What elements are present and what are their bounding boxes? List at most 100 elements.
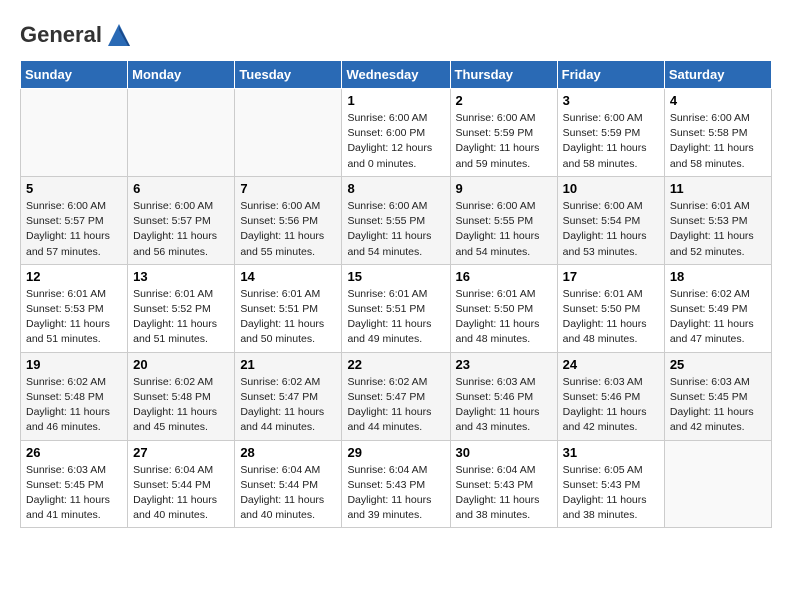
calendar-cell: 14Sunrise: 6:01 AMSunset: 5:51 PMDayligh… [235,264,342,352]
day-number: 16 [456,269,552,284]
day-number: 24 [563,357,659,372]
day-info-line: Sunset: 5:43 PM [456,478,552,493]
calendar-week-row: 19Sunrise: 6:02 AMSunset: 5:48 PMDayligh… [21,352,772,440]
day-info-line: and 54 minutes. [347,245,444,260]
day-number: 23 [456,357,552,372]
day-info-line: Sunrise: 6:03 AM [456,375,552,390]
day-info-line: and 45 minutes. [133,420,229,435]
weekday-header-cell: Friday [557,61,664,89]
weekday-header-cell: Saturday [664,61,771,89]
day-info-line: Daylight: 11 hours [347,317,444,332]
day-number: 11 [670,181,766,196]
day-info-line: and 42 minutes. [563,420,659,435]
day-number: 26 [26,445,122,460]
day-info-line: and 41 minutes. [26,508,122,523]
weekday-header-cell: Wednesday [342,61,450,89]
calendar-cell: 27Sunrise: 6:04 AMSunset: 5:44 PMDayligh… [128,440,235,528]
day-info-line: Sunrise: 6:01 AM [563,287,659,302]
day-info-line: Sunrise: 6:05 AM [563,463,659,478]
day-info-line: Daylight: 11 hours [563,317,659,332]
day-info-line: Daylight: 11 hours [240,405,336,420]
day-number: 31 [563,445,659,460]
calendar-cell: 19Sunrise: 6:02 AMSunset: 5:48 PMDayligh… [21,352,128,440]
day-info-line: Daylight: 11 hours [133,405,229,420]
day-info-line: Daylight: 11 hours [456,317,552,332]
day-info-line: and 53 minutes. [563,245,659,260]
day-info-line: Sunrise: 6:00 AM [347,199,444,214]
day-info-line: Daylight: 11 hours [563,405,659,420]
day-info-line: and 42 minutes. [670,420,766,435]
calendar-cell: 23Sunrise: 6:03 AMSunset: 5:46 PMDayligh… [450,352,557,440]
day-info-line: Sunrise: 6:03 AM [563,375,659,390]
day-info-line: Sunset: 5:48 PM [26,390,122,405]
calendar-cell: 6Sunrise: 6:00 AMSunset: 5:57 PMDaylight… [128,176,235,264]
day-info-line: Sunrise: 6:00 AM [456,111,552,126]
day-number: 15 [347,269,444,284]
weekday-header-row: SundayMondayTuesdayWednesdayThursdayFrid… [21,61,772,89]
calendar-cell: 26 Sunrise: 6:03 AMSunset: 5:45 PMDayligh… [21,440,128,528]
day-info-line: Sunrise: 6:00 AM [240,199,336,214]
day-number: 25 [670,357,766,372]
day-info-line: and 58 minutes. [563,157,659,172]
day-info-line: Sunrise: 6:04 AM [347,463,444,478]
day-number: 4 [670,93,766,108]
day-info-line: Daylight: 11 hours [133,317,229,332]
day-info-line: Sunrise: 6:00 AM [347,111,444,126]
day-info-line: Daylight: 11 hours [670,317,766,332]
day-info-line: Sunrise: 6:00 AM [456,199,552,214]
day-info-line: Sunrise: 6:03 AM [26,463,122,478]
day-number: 22 [347,357,444,372]
calendar-cell: 21Sunrise: 6:02 AMSunset: 5:47 PMDayligh… [235,352,342,440]
day-info-line: Sunset: 5:55 PM [456,214,552,229]
day-info-line: Sunset: 5:52 PM [133,302,229,317]
day-info-line: Daylight: 11 hours [347,229,444,244]
day-info-line: Sunset: 5:50 PM [456,302,552,317]
calendar-week-row: 5Sunrise: 6:00 AMSunset: 5:57 PMDaylight… [21,176,772,264]
calendar-cell: 2Sunrise: 6:00 AMSunset: 5:59 PMDaylight… [450,89,557,177]
day-info-line: and 55 minutes. [240,245,336,260]
day-info-line: Sunrise: 6:00 AM [133,199,229,214]
day-info-line: Daylight: 11 hours [456,493,552,508]
day-info-line: and 40 minutes. [240,508,336,523]
day-info-line: Daylight: 11 hours [26,405,122,420]
calendar-cell [128,89,235,177]
day-info-line: Sunset: 5:43 PM [347,478,444,493]
calendar-table: SundayMondayTuesdayWednesdayThursdayFrid… [20,60,772,528]
day-info-line: Daylight: 11 hours [563,141,659,156]
day-info-line: and 57 minutes. [26,245,122,260]
day-info-line: Sunset: 5:43 PM [563,478,659,493]
day-info-line: Daylight: 11 hours [133,493,229,508]
day-number: 2 [456,93,552,108]
day-info-line: Sunset: 5:46 PM [456,390,552,405]
calendar-cell: 5Sunrise: 6:00 AMSunset: 5:57 PMDaylight… [21,176,128,264]
page-header: General [20,20,772,50]
day-info-line: Sunset: 5:59 PM [563,126,659,141]
day-info-line: Sunset: 5:51 PM [347,302,444,317]
calendar-cell [235,89,342,177]
day-info-line: Sunrise: 6:03 AM [670,375,766,390]
calendar-cell: 10Sunrise: 6:00 AMSunset: 5:54 PMDayligh… [557,176,664,264]
day-info-line: and 48 minutes. [563,332,659,347]
day-info-line: Daylight: 11 hours [26,493,122,508]
day-info-line: and 47 minutes. [670,332,766,347]
day-info-line: and 59 minutes. [456,157,552,172]
calendar-cell: 20Sunrise: 6:02 AMSunset: 5:48 PMDayligh… [128,352,235,440]
day-number: 10 [563,181,659,196]
day-info-line: Sunset: 5:47 PM [240,390,336,405]
calendar-cell: 4Sunrise: 6:00 AMSunset: 5:58 PMDaylight… [664,89,771,177]
calendar-cell: 31Sunrise: 6:05 AMSunset: 5:43 PMDayligh… [557,440,664,528]
calendar-cell: 15Sunrise: 6:01 AMSunset: 5:51 PMDayligh… [342,264,450,352]
day-info-line: Sunset: 5:45 PM [670,390,766,405]
day-info-line: Daylight: 11 hours [670,141,766,156]
calendar-cell [21,89,128,177]
day-info-line: Sunset: 5:51 PM [240,302,336,317]
day-number: 3 [563,93,659,108]
day-number: 14 [240,269,336,284]
day-info-line: Daylight: 11 hours [240,229,336,244]
day-number: 9 [456,181,552,196]
calendar-cell: 3Sunrise: 6:00 AMSunset: 5:59 PMDaylight… [557,89,664,177]
day-info-line: Sunset: 5:45 PM [26,478,122,493]
day-info-line: and 51 minutes. [133,332,229,347]
day-info-line: Daylight: 11 hours [670,229,766,244]
day-info-line: Daylight: 11 hours [347,405,444,420]
